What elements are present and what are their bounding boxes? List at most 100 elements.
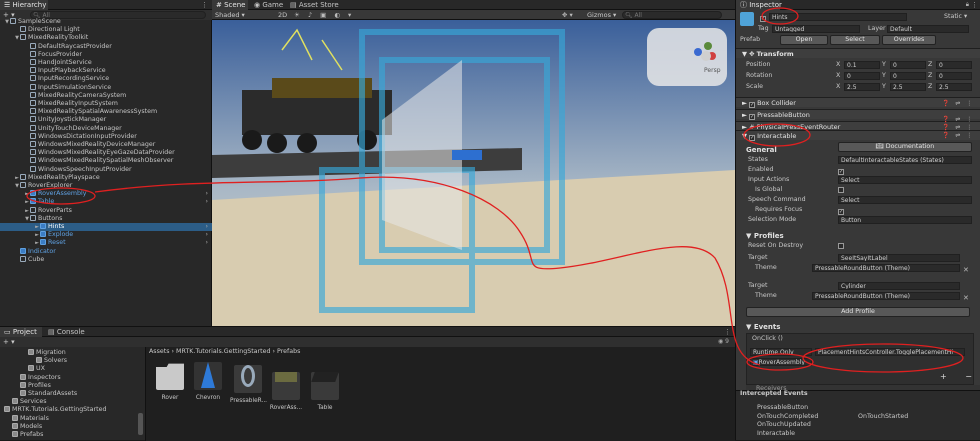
hierarchy-item[interactable]: ► Table ›	[0, 198, 212, 206]
add-profile-button[interactable]: Add Profile	[746, 307, 970, 317]
open-prefab-chevron-icon[interactable]: ›	[205, 239, 208, 247]
transform-component-header[interactable]: ▼ ✥ Transform	[736, 48, 980, 58]
asset-table[interactable]: Table	[307, 362, 343, 411]
event-object-field[interactable]: ▣RoverAssembly	[750, 358, 812, 366]
transform-y-field[interactable]: 0	[890, 72, 926, 80]
speech-command-dropdown[interactable]: Select	[838, 196, 972, 204]
hierarchy-item[interactable]: UnityJoystickManager	[0, 116, 212, 124]
project-folder-item[interactable]: Services	[0, 398, 138, 406]
input-actions-dropdown[interactable]: Select	[838, 176, 972, 184]
project-folder-item[interactable]: Migration	[0, 349, 138, 357]
hierarchy-item[interactable]: WindowsSpeechInputProvider	[0, 165, 212, 174]
view-gizmo[interactable]: Persp	[647, 28, 727, 86]
tab-game[interactable]: ◉ Game	[250, 0, 286, 10]
breadcrumb-assets[interactable]: Assets	[149, 348, 170, 355]
shading-mode-dropdown[interactable]: Shaded ▾	[215, 10, 245, 20]
reset-on-destroy-checkbox[interactable]	[838, 242, 846, 250]
hierarchy-item[interactable]: FocusProvider	[0, 50, 212, 59]
hierarchy-item[interactable]: ► MixedRealityPlayspace	[0, 173, 212, 182]
hierarchy-item[interactable]: WindowsMixedRealityEyeGazeDataProvider	[0, 149, 212, 157]
project-create-button[interactable]: + ▾	[3, 338, 15, 346]
hierarchy-item[interactable]: WindowsMixedRealityDeviceManager	[0, 141, 212, 149]
project-folder-item[interactable]: Materials	[0, 414, 138, 423]
component-menu-icons[interactable]: ❓ ⇌ ⋮ ❓ ⇌ ⋮ ❓ ⇌ ⋮ ❓ ⇌ ⋮	[942, 100, 974, 140]
layer-dropdown[interactable]: Default	[887, 25, 969, 33]
target-field-1[interactable]: SeeItSayItLabel	[838, 254, 960, 262]
lock-icon[interactable]: 🔒︎	[966, 0, 969, 10]
hierarchy-item[interactable]: ▼ RoverExplorer	[0, 182, 212, 190]
hierarchy-menu-icon[interactable]: ⋮	[201, 0, 208, 10]
project-folder-item[interactable]: StandardAssets	[0, 390, 138, 398]
project-folder-item[interactable]: Models	[0, 422, 138, 431]
events-header[interactable]: ▼ Events	[746, 323, 780, 331]
asset-rover-assembly[interactable]: RoverAss...	[268, 362, 304, 411]
tag-dropdown[interactable]: Untagged	[772, 25, 860, 33]
hierarchy-item[interactable]: DefaultRaycastProvider	[0, 42, 212, 51]
profiles-header[interactable]: ▼ Profiles	[746, 232, 784, 240]
hierarchy-item[interactable]: ► Explode ›	[0, 231, 212, 239]
open-prefab-chevron-icon[interactable]: ›	[205, 190, 208, 198]
hierarchy-item[interactable]: MixedRealityInputSystem	[0, 100, 212, 108]
open-prefab-chevron-icon[interactable]: ›	[205, 231, 208, 239]
function-dropdown[interactable]: PlacementHintsController.TogglePlacement…	[815, 348, 965, 356]
hierarchy-item[interactable]: InputSimulationService	[0, 83, 212, 92]
hierarchy-item[interactable]: Indicator	[0, 247, 212, 256]
tab-scene[interactable]: # Scene	[212, 0, 248, 10]
transform-y-field[interactable]: 2.5	[890, 83, 926, 91]
scene-toggles[interactable]: ☀ ♪ ▣ ◐ ▾	[294, 11, 354, 19]
theme-field-1[interactable]: PressableRoundButton (Theme)	[812, 264, 960, 272]
hierarchy-item[interactable]: Cube	[0, 255, 212, 264]
is-global-checkbox[interactable]	[838, 186, 846, 194]
hierarchy-item[interactable]: WindowsMixedRealitySpatialMeshObserver	[0, 157, 212, 165]
hierarchy-item[interactable]: ► Hints ›	[0, 223, 212, 231]
object-name-field[interactable]: Hints	[769, 13, 907, 21]
scene-viewport[interactable]: Persp	[212, 20, 735, 326]
project-folder-item[interactable]: Solvers	[0, 357, 138, 365]
open-prefab-button[interactable]: Open	[780, 35, 828, 45]
transform-x-field[interactable]: 0	[844, 72, 880, 80]
hierarchy-item[interactable]: UnityTouchDeviceManager	[0, 124, 212, 133]
project-folder-item[interactable]: Profiles	[0, 381, 138, 390]
hierarchy-item[interactable]: ▼ SampleScene	[0, 18, 212, 26]
asset-chevron[interactable]: Chevron	[190, 362, 226, 401]
active-checkbox[interactable]: ✓	[760, 13, 768, 22]
transform-z-field[interactable]: 0	[936, 61, 972, 69]
inspector-menu-icon[interactable]: ⋮	[971, 0, 978, 10]
project-folder-item[interactable]: Prefabs	[0, 431, 138, 439]
transform-z-field[interactable]: 2.5	[936, 83, 972, 91]
hierarchy-item[interactable]: ► RoverAssembly ›	[0, 190, 212, 198]
transform-x-field[interactable]: 2.5	[844, 83, 880, 91]
tab-asset-store[interactable]: ▤ Asset Store	[286, 0, 346, 10]
theme-field-2[interactable]: PressableRoundButton (Theme)	[812, 292, 960, 300]
target-field-2[interactable]: Cylinder	[838, 282, 960, 290]
hierarchy-item[interactable]: ► Reset ›	[0, 239, 212, 247]
breadcrumb-folder[interactable]: MRTK.Tutorials.GettingStarted	[176, 348, 270, 355]
tab-project[interactable]: ▭ Project	[0, 327, 42, 337]
hierarchy-item[interactable]: ► RoverParts	[0, 206, 212, 215]
asset-pressable-button[interactable]: PressableR...	[230, 362, 267, 404]
documentation-button[interactable]: 📖︎ Documentation	[838, 142, 972, 152]
tab-hierarchy[interactable]: ☰ Hierarchy	[0, 0, 48, 10]
states-field[interactable]: DefaultInteractableStates (States)	[838, 156, 972, 164]
project-folder-item[interactable]: Inspectors	[0, 373, 138, 382]
scene-search-input[interactable]: 🔍︎ All	[622, 11, 722, 19]
hierarchy-item[interactable]: WindowsDictationInputProvider	[0, 132, 212, 141]
2d-toggle[interactable]: 2D	[278, 10, 287, 20]
tab-inspector[interactable]: ⓘ Inspector	[736, 0, 782, 10]
selection-mode-dropdown[interactable]: Button	[838, 216, 972, 224]
static-toggle[interactable]: Static ▾	[944, 13, 967, 21]
hierarchy-item[interactable]: ▼ Buttons	[0, 214, 212, 223]
remove-profile-icons[interactable]: ✕ ✕	[963, 256, 969, 312]
gizmos-dropdown[interactable]: Gizmos ▾	[587, 10, 616, 20]
open-prefab-chevron-icon[interactable]: ›	[205, 223, 208, 231]
requires-focus-checkbox[interactable]: ✓	[838, 206, 846, 215]
hierarchy-item[interactable]: InputPlaybackService	[0, 67, 212, 75]
tool-handles[interactable]: ✥ ▾	[562, 11, 573, 19]
event-add-remove-buttons[interactable]: + −	[940, 372, 980, 381]
hierarchy-item[interactable]: Directional Light	[0, 26, 212, 34]
project-folder-item[interactable]: UX	[0, 365, 138, 373]
hierarchy-item[interactable]: HandJointService	[0, 59, 212, 67]
hierarchy-item[interactable]: MixedRealitySpatialAwarenessSystem	[0, 108, 212, 116]
tab-console[interactable]: ▤ Console	[44, 327, 85, 337]
hierarchy-item[interactable]: MixedRealityCameraSystem	[0, 91, 212, 100]
